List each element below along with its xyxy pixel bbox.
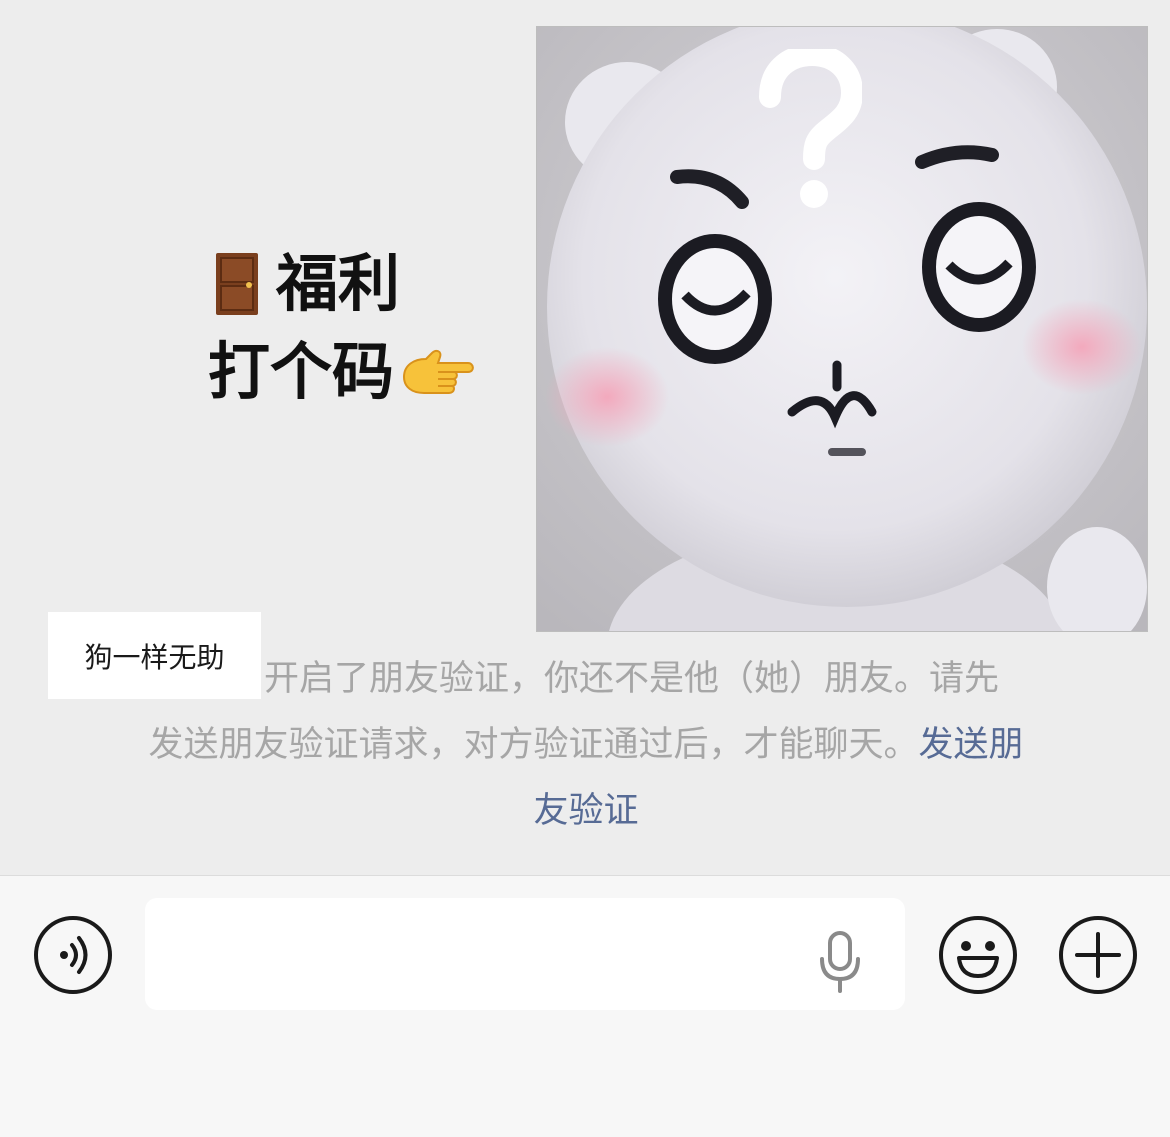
more-options-button[interactable] bbox=[1057, 914, 1139, 996]
emoji-button[interactable] bbox=[937, 914, 1019, 996]
notice-line-1: 开启了朋友验证，你还不是他（她）朋友。请先 bbox=[264, 659, 1000, 699]
message-input-bar bbox=[0, 875, 1170, 1137]
voice-icon bbox=[34, 916, 112, 994]
notice-line-2: 发送朋友验证请求，对方验证通过后，才能聊天。 bbox=[148, 725, 919, 765]
door-icon bbox=[216, 253, 258, 315]
photo-caption: 福利 打个码 bbox=[150, 240, 570, 416]
send-verification-link-cont[interactable]: 友验证 bbox=[533, 791, 638, 831]
pointing-hand-icon bbox=[403, 349, 474, 394]
message-text-field[interactable] bbox=[145, 898, 905, 1010]
chat-area: 福利 打个码 狗一样无助 开启了朋友验证，你还不是他（她）朋友。请先 发送朋友验… bbox=[0, 0, 1170, 875]
send-verification-link[interactable]: 发送朋 bbox=[919, 725, 1024, 765]
voice-mode-button[interactable] bbox=[32, 914, 114, 996]
message-input[interactable] bbox=[145, 898, 785, 1010]
plus-icon bbox=[1059, 916, 1137, 994]
microphone-icon[interactable] bbox=[818, 931, 862, 993]
friend-verification-notice: 开启了朋友验证，你还不是他（她）朋友。请先 发送朋友验证请求，对方验证通过后，才… bbox=[96, 646, 1076, 844]
shared-photo[interactable] bbox=[536, 26, 1148, 632]
emoji-icon bbox=[939, 916, 1017, 994]
caption-line-2: 打个码 bbox=[208, 335, 395, 408]
question-mark-icon bbox=[759, 49, 862, 208]
caption-line-1: 福利 bbox=[276, 247, 401, 320]
